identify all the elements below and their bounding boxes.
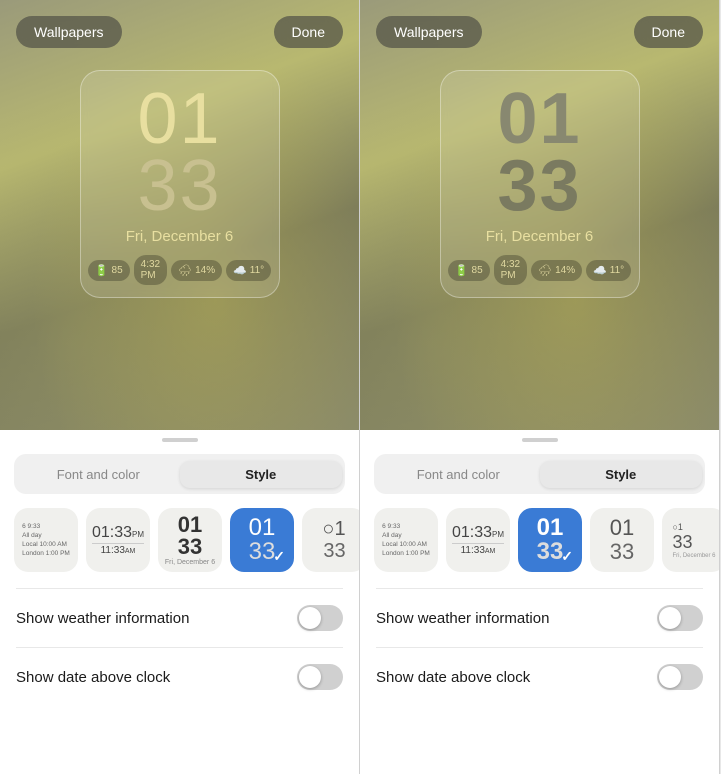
clock-minute-right: 33 bbox=[497, 152, 581, 220]
tab-font-color-left[interactable]: Font and color bbox=[17, 461, 180, 488]
widget-time-left: 4:32 PM bbox=[134, 255, 167, 285]
bottom-sheet-right: Font and color Style 6 9:33 All day Loca… bbox=[360, 430, 719, 774]
toggle-date-label-right: Show date above clock bbox=[376, 669, 530, 686]
toggle-date-label-left: Show date above clock bbox=[16, 669, 170, 686]
toggle-date-knob-right bbox=[659, 666, 681, 688]
style-thumb-2-left[interactable]: 01:33PM 11:33AM bbox=[86, 508, 150, 572]
battery-icon-right: 🔋 bbox=[455, 264, 469, 277]
clock-time-left: 01 33 bbox=[137, 87, 221, 220]
check-icon-left: ✓ bbox=[273, 548, 285, 565]
style-thumb-1-content-right: 6 9:33 All day Local 10:00 AM London 1:0… bbox=[378, 519, 434, 561]
style-thumb-5-content-right: ○1 33 Fri, December 6 bbox=[668, 518, 719, 563]
clock-hour-left: 01 bbox=[137, 87, 221, 152]
toggle-weather-switch-right[interactable] bbox=[657, 605, 703, 631]
tab-font-color-right[interactable]: Font and color bbox=[377, 461, 540, 488]
done-button-right[interactable]: Done bbox=[634, 16, 703, 48]
toggle-section-left: Show weather information Show date above… bbox=[0, 588, 359, 706]
style-thumb-1-left[interactable]: 6 9:33 All day Local 10:00 AM London 1:0… bbox=[14, 508, 78, 572]
top-buttons-left: Wallpapers Done bbox=[0, 16, 359, 48]
style-thumb-3-content-right: 01 33 bbox=[537, 516, 564, 564]
style-thumb-5-right[interactable]: ○1 33 Fri, December 6 bbox=[662, 508, 719, 572]
tab-style-left[interactable]: Style bbox=[180, 461, 343, 488]
style-thumb-3-left[interactable]: 01 33 Fri, December 6 bbox=[158, 508, 222, 572]
tab-style-right[interactable]: Style bbox=[540, 461, 703, 488]
style-thumb-1-content-left: 6 9:33 All day Local 10:00 AM London 1:0… bbox=[18, 519, 74, 561]
cloud-icon-left: ☁️ bbox=[233, 264, 247, 277]
clock-date-left: Fri, December 6 bbox=[126, 228, 234, 245]
widget-battery-right: 🔋 85 bbox=[448, 260, 490, 281]
wallpapers-button-right[interactable]: Wallpapers bbox=[376, 16, 482, 48]
style-thumb-5-content-left: ○1 33 bbox=[318, 514, 349, 566]
cloud-icon-right: ☁️ bbox=[593, 264, 607, 277]
style-thumb-4-right[interactable]: 01 33 bbox=[590, 508, 654, 572]
widget-rain-left: 🌧 14% bbox=[171, 260, 222, 281]
check-icon-right: ✓ bbox=[561, 548, 573, 565]
widget-temp-left: ☁️ 11° bbox=[226, 260, 271, 281]
toggle-date-switch-right[interactable] bbox=[657, 664, 703, 690]
toggle-weather-label-right: Show weather information bbox=[376, 610, 549, 627]
clock-widget-left: 01 33 Fri, December 6 🔋 85 4:32 PM 🌧 14%… bbox=[80, 70, 280, 298]
bottom-sheet-left: Font and color Style 6 9:33 All day Loca… bbox=[0, 430, 359, 774]
clock-hour-right: 01 bbox=[497, 87, 581, 152]
tab-bar-left: Font and color Style bbox=[14, 454, 345, 494]
time-value-left: 4:32 PM bbox=[141, 259, 160, 281]
clock-date-right: Fri, December 6 bbox=[486, 228, 594, 245]
drag-handle-right bbox=[522, 438, 558, 442]
toggle-date-knob-left bbox=[299, 666, 321, 688]
style-thumb-5-left[interactable]: ○1 33 bbox=[302, 508, 359, 572]
battery-value-left: 85 bbox=[112, 265, 123, 276]
toggle-section-right: Show weather information Show date above… bbox=[360, 588, 719, 706]
widget-temp-right: ☁️ 11° bbox=[586, 260, 631, 281]
widget-battery-left: 🔋 85 bbox=[88, 260, 130, 281]
temp-value-left: 11° bbox=[250, 265, 264, 276]
battery-icon-left: 🔋 bbox=[95, 264, 109, 277]
rain-value-left: 14% bbox=[195, 265, 215, 276]
wallpapers-button-left[interactable]: Wallpapers bbox=[16, 16, 122, 48]
toggle-weather-knob-left bbox=[299, 607, 321, 629]
rain-icon-right: 🌧 bbox=[538, 264, 552, 277]
drag-handle-left bbox=[162, 438, 198, 442]
clock-widgets-row-left: 🔋 85 4:32 PM 🌧 14% ☁️ 11° bbox=[88, 255, 271, 285]
style-thumb-4-left[interactable]: 01 33 ✓ bbox=[230, 508, 294, 572]
temp-value-right: 11° bbox=[610, 265, 624, 276]
style-row-right: 6 9:33 All day Local 10:00 AM London 1:0… bbox=[360, 508, 719, 588]
clock-minute-left: 33 bbox=[137, 152, 221, 220]
widget-rain-right: 🌧 14% bbox=[531, 260, 582, 281]
toggle-weather-label-left: Show weather information bbox=[16, 610, 189, 627]
time-value-right: 4:32 PM bbox=[501, 259, 520, 281]
left-panel: Wallpapers Done 01 33 Fri, December 6 🔋 … bbox=[0, 0, 360, 774]
right-panel: Wallpapers Done 01 33 Fri, December 6 🔋 … bbox=[360, 0, 720, 774]
phone-preview-right: Wallpapers Done 01 33 Fri, December 6 🔋 … bbox=[360, 0, 719, 430]
style-thumb-3-right[interactable]: 01 33 ✓ bbox=[518, 508, 582, 572]
style-row-left: 6 9:33 All day Local 10:00 AM London 1:0… bbox=[0, 508, 359, 588]
toggle-date-switch-left[interactable] bbox=[297, 664, 343, 690]
toggle-weather-switch-left[interactable] bbox=[297, 605, 343, 631]
toggle-date-row-left: Show date above clock bbox=[16, 647, 343, 706]
style-thumb-2-right[interactable]: 01:33PM 11:33AM bbox=[446, 508, 510, 572]
style-thumb-2-content-right: 01:33PM 11:33AM bbox=[452, 524, 504, 557]
clock-widgets-row-right: 🔋 85 4:32 PM 🌧 14% ☁️ 11° bbox=[448, 255, 631, 285]
toggle-date-row-right: Show date above clock bbox=[376, 647, 703, 706]
rain-icon-left: 🌧 bbox=[178, 264, 192, 277]
battery-value-right: 85 bbox=[472, 265, 483, 276]
tab-bar-right: Font and color Style bbox=[374, 454, 705, 494]
top-buttons-right: Wallpapers Done bbox=[360, 16, 719, 48]
phone-preview-left: Wallpapers Done 01 33 Fri, December 6 🔋 … bbox=[0, 0, 359, 430]
rain-value-right: 14% bbox=[555, 265, 575, 276]
widget-time-right: 4:32 PM bbox=[494, 255, 527, 285]
clock-time-right: 01 33 bbox=[497, 87, 581, 220]
toggle-weather-row-right: Show weather information bbox=[376, 588, 703, 647]
clock-widget-right: 01 33 Fri, December 6 🔋 85 4:32 PM 🌧 14%… bbox=[440, 70, 640, 298]
toggle-weather-knob-right bbox=[659, 607, 681, 629]
style-thumb-4-content-right: 01 33 bbox=[606, 512, 638, 568]
style-thumb-3-content-left: 01 33 Fri, December 6 bbox=[165, 514, 215, 566]
done-button-left[interactable]: Done bbox=[274, 16, 343, 48]
toggle-weather-row-left: Show weather information bbox=[16, 588, 343, 647]
style-thumb-4-content-left: 01 33 bbox=[249, 516, 276, 564]
style-thumb-1-right[interactable]: 6 9:33 All day Local 10:00 AM London 1:0… bbox=[374, 508, 438, 572]
style-thumb-2-content-left: 01:33PM 11:33AM bbox=[92, 524, 144, 557]
